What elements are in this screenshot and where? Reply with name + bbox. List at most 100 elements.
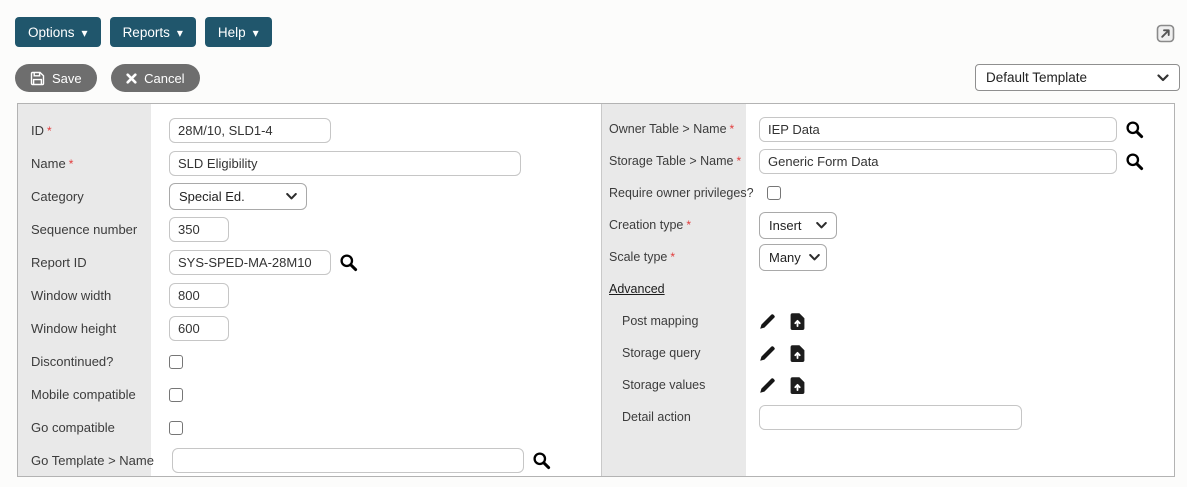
sequence-number-input[interactable] <box>169 217 229 242</box>
form-row: Discontinued? <box>18 345 601 378</box>
form-row: ID <box>18 114 601 147</box>
storage-table-name-label: Storage Table > Name <box>602 154 746 168</box>
detail-action-input[interactable] <box>759 405 1022 430</box>
window-height-input[interactable] <box>169 316 229 341</box>
mobile-compatible-checkbox[interactable] <box>169 388 183 402</box>
save-button[interactable]: Save <box>15 64 97 92</box>
field-label-text: Discontinued? <box>31 354 113 369</box>
go-compatible-checkbox[interactable] <box>169 421 183 435</box>
detail-action-field <box>746 405 1174 430</box>
category-label: Category <box>18 189 151 204</box>
owner-table-name-label: Owner Table > Name <box>602 122 746 136</box>
field-label-text: Creation type <box>609 218 683 232</box>
creation-type-field: Insert <box>746 212 1174 239</box>
advanced-link[interactable]: Advanced <box>602 282 746 296</box>
form-row: Sequence number <box>18 213 601 246</box>
require-owner-privileges-checkbox[interactable] <box>767 186 781 200</box>
upload-file-icon[interactable] <box>790 345 805 362</box>
id-input[interactable] <box>169 118 331 143</box>
scale-type-field: Many <box>746 244 1174 271</box>
creation-type-select[interactable]: Insert <box>759 212 837 239</box>
required-asterisk <box>66 156 74 171</box>
form-row: Post mapping <box>602 305 1174 337</box>
field-label-text: Require owner privileges? <box>609 186 754 200</box>
field-label-text: Storage Table > Name <box>609 154 734 168</box>
form-row: Detail action <box>602 401 1174 433</box>
search-icon[interactable] <box>532 451 551 470</box>
caret-down-icon <box>253 25 259 40</box>
field-label-text: Name <box>31 156 66 171</box>
sequence-number-label: Sequence number <box>18 222 151 237</box>
action-bar: Save Cancel Default Template <box>15 64 1180 92</box>
open-in-new-window-icon[interactable] <box>1156 24 1175 43</box>
require-owner-privileges-label: Require owner privileges? <box>602 186 754 200</box>
window-width-field <box>151 283 601 308</box>
required-asterisk <box>683 218 691 232</box>
edit-pencil-icon[interactable] <box>759 313 776 330</box>
report-id-field <box>151 250 601 275</box>
mobile-compatible-field <box>151 388 601 402</box>
field-label-text: Advanced <box>609 282 665 296</box>
post-mapping-label: Post mapping <box>602 314 746 328</box>
help-menu-label: Help <box>218 25 246 40</box>
detail-action-label: Detail action <box>602 410 746 424</box>
name-label: Name <box>18 156 151 171</box>
window-height-field <box>151 316 601 341</box>
go-template-name-input[interactable] <box>172 448 524 473</box>
field-label-text: Post mapping <box>622 314 698 328</box>
upload-file-icon[interactable] <box>790 377 805 394</box>
category-field: Special Ed. <box>151 183 601 210</box>
form-row: Category Special Ed. <box>18 180 601 213</box>
form-row: Report ID <box>18 246 601 279</box>
help-menu-button[interactable]: Help <box>205 17 272 47</box>
window-width-input[interactable] <box>169 283 229 308</box>
form-right-column: Owner Table > Name Storage Table > Name Re… <box>601 104 1174 476</box>
report-id-input[interactable] <box>169 250 331 275</box>
required-asterisk <box>667 250 675 264</box>
template-select[interactable]: Default Template <box>975 64 1180 91</box>
chevron-down-icon <box>1157 74 1169 82</box>
form-row: Creation type Insert <box>602 209 1174 241</box>
edit-pencil-icon[interactable] <box>759 345 776 362</box>
upload-file-icon[interactable] <box>790 313 805 330</box>
creation-type-label: Creation type <box>602 218 746 232</box>
form-row: Go compatible <box>18 411 601 444</box>
storage-query-field <box>746 345 1174 362</box>
search-icon[interactable] <box>1125 152 1144 171</box>
go-template-name-label: Go Template > Name <box>18 453 154 468</box>
save-label: Save <box>52 71 82 86</box>
report-id-label: Report ID <box>18 255 151 270</box>
storage-table-name-input[interactable] <box>759 149 1117 174</box>
field-label-text: ID <box>31 123 44 138</box>
cancel-label: Cancel <box>144 71 184 86</box>
discontinued-checkbox[interactable] <box>169 355 183 369</box>
form-row: Name <box>18 147 601 180</box>
name-input[interactable] <box>169 151 521 176</box>
search-icon[interactable] <box>339 253 358 272</box>
field-label-text: Go Template > Name <box>31 453 154 468</box>
required-asterisk <box>44 123 52 138</box>
form-row: Require owner privileges? <box>602 177 1174 209</box>
field-label-text: Window width <box>31 288 111 303</box>
form-row: Storage Table > Name <box>602 145 1174 177</box>
options-menu-label: Options <box>28 25 75 40</box>
category-select[interactable]: Special Ed. <box>169 183 307 210</box>
id-field <box>151 118 601 143</box>
go-compatible-field <box>151 421 601 435</box>
owner-table-name-input[interactable] <box>759 117 1117 142</box>
require-owner-privileges-field <box>754 186 1174 200</box>
field-label-text: Sequence number <box>31 222 137 237</box>
chevron-down-icon <box>286 193 297 200</box>
scale-type-label: Scale type <box>602 250 746 264</box>
scale-type-select[interactable]: Many <box>759 244 827 271</box>
cancel-button[interactable]: Cancel <box>111 64 199 92</box>
search-icon[interactable] <box>1125 120 1144 139</box>
edit-pencil-icon[interactable] <box>759 377 776 394</box>
menu-bar: Options Reports Help <box>15 17 272 47</box>
field-label-text: Scale type <box>609 250 667 264</box>
creation-type-select-value: Insert <box>769 218 802 233</box>
reports-menu-button[interactable]: Reports <box>110 17 196 47</box>
options-menu-button[interactable]: Options <box>15 17 101 47</box>
window-width-label: Window width <box>18 288 151 303</box>
template-select-value: Default Template <box>986 70 1087 85</box>
